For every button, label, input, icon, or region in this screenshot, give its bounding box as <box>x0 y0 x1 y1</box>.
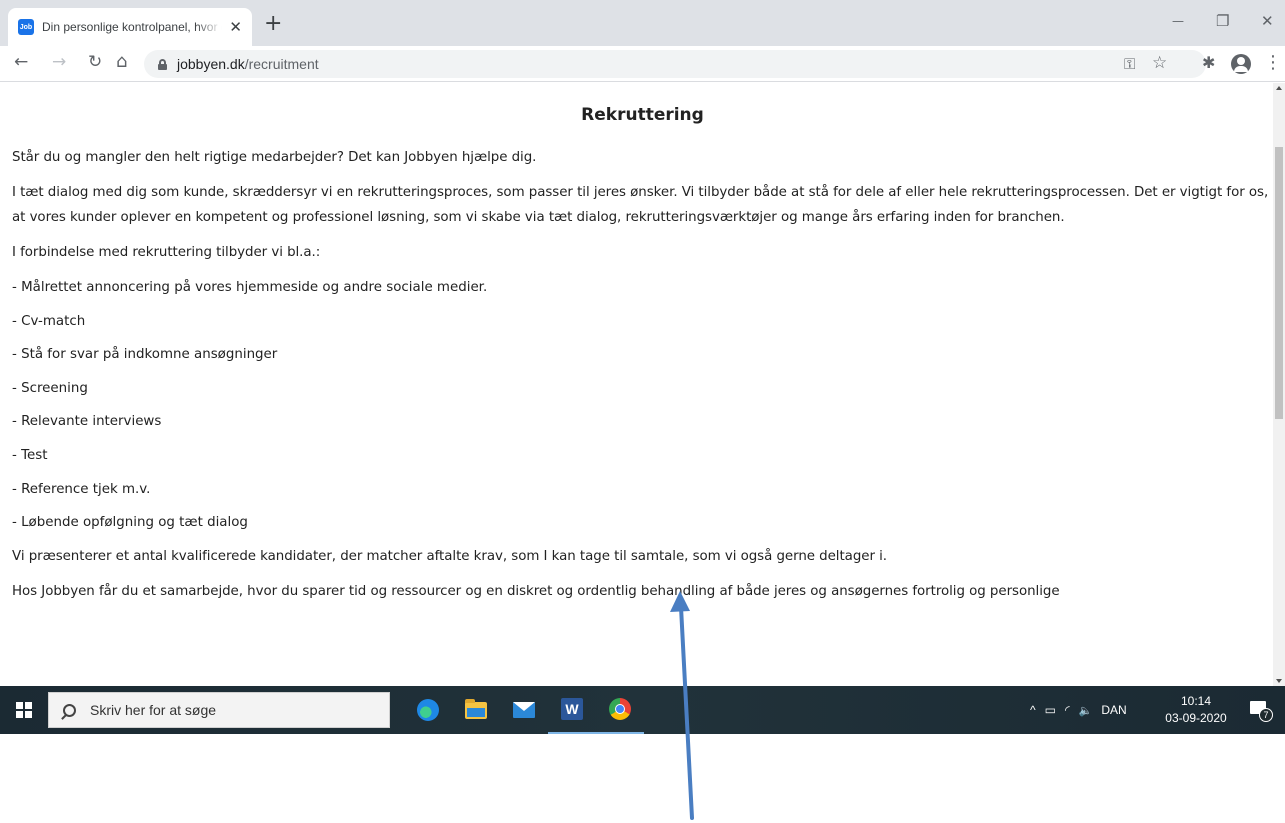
scroll-up-arrow-icon[interactable] <box>1276 86 1282 90</box>
windows-taskbar: Skriv her for at søge W ^ ▭ ◜ 🔈 DAN 10:1… <box>0 686 1285 734</box>
bookmark-star-icon[interactable]: ☆ <box>1152 53 1167 73</box>
edge-icon <box>417 699 439 721</box>
page-content: Rekruttering Står du og mangler den helt… <box>0 105 1273 604</box>
services-list: - Målrettet annoncering på vores hjemmes… <box>12 275 1273 535</box>
system-tray: ^ ▭ ◜ 🔈 DAN <box>1030 686 1136 734</box>
taskbar-clock[interactable]: 10:14 03-09-2020 <box>1164 693 1228 727</box>
page-scrollbar[interactable] <box>1273 83 1285 686</box>
address-bar-url[interactable]: jobbyen.dk/recruitment <box>177 56 319 72</box>
close-window-button[interactable]: ✕ <box>1261 12 1274 30</box>
forward-arrow-icon[interactable]: → <box>52 52 66 72</box>
tab-title: Din personlige kontrolpanel, hvor du kan <box>42 20 222 34</box>
key-icon[interactable]: ⚿ <box>1124 55 1135 73</box>
list-item: - Relevante interviews <box>12 414 162 430</box>
taskbar-word-button[interactable]: W <box>548 686 596 734</box>
list-item: - Målrettet annoncering på vores hjemmes… <box>12 280 488 295</box>
mail-icon <box>513 702 535 718</box>
candidates-paragraph: Vi præsenterer et antal kvalificerede ka… <box>12 549 888 565</box>
taskbar-mail-button[interactable] <box>500 686 548 734</box>
page-title: Rekruttering <box>581 105 704 125</box>
list-item: - Cv-match <box>12 313 86 329</box>
page-viewport: Rekruttering Står du og mangler den helt… <box>0 83 1273 686</box>
browser-menu-icon[interactable]: ⋮ <box>1264 52 1282 73</box>
services-heading: I forbindelse med rekruttering tilbyder … <box>12 245 321 260</box>
intro-paragraph: Står du og mangler den helt rigtige meda… <box>12 150 537 165</box>
browser-tab-active[interactable]: Job Din personlige kontrolpanel, hvor du… <box>8 8 252 46</box>
clock-time: 10:14 <box>1180 694 1212 708</box>
scrollbar-thumb[interactable] <box>1275 147 1283 419</box>
list-item: - Screening <box>12 380 88 396</box>
list-item: - Test <box>12 447 48 463</box>
clock-date: 03-09-2020 <box>1165 711 1227 725</box>
action-center-button[interactable]: 7 <box>1248 699 1273 722</box>
collaboration-paragraph: Hos Jobbyen får du et samarbejde, hvor d… <box>12 584 1060 600</box>
url-domain: jobbyen.dk <box>177 56 245 72</box>
chrome-icon <box>609 698 631 720</box>
taskbar-file-explorer-button[interactable] <box>452 686 500 734</box>
input-language-indicator[interactable]: DAN <box>1101 703 1126 717</box>
list-item: - Stå for svar på indkomne ansøgninger <box>12 347 278 363</box>
taskbar-search-placeholder: Skriv her for at søge <box>90 702 217 718</box>
search-icon <box>63 703 76 717</box>
start-button[interactable] <box>0 686 48 734</box>
windows-logo-icon <box>16 702 32 718</box>
notification-count-badge: 7 <box>1259 708 1273 722</box>
browser-tab-strip: Job Din personlige kontrolpanel, hvor du… <box>0 0 1285 46</box>
url-path: /recruitment <box>244 56 319 72</box>
browser-toolbar: ← → ↻ ⌂ jobbyen.dk/recruitment ⚿ ☆ ✱ ⋮ <box>0 46 1285 82</box>
address-bar[interactable]: jobbyen.dk/recruitment ⚿ ☆ <box>144 50 1206 78</box>
volume-icon[interactable]: 🔈 <box>1079 704 1093 717</box>
taskbar-chrome-button[interactable] <box>596 686 644 734</box>
show-hidden-icons-chevron-icon[interactable]: ^ <box>1030 703 1036 717</box>
lock-icon[interactable] <box>158 58 167 70</box>
folder-icon <box>465 698 487 719</box>
home-icon[interactable]: ⌂ <box>116 52 127 72</box>
back-arrow-icon[interactable]: ← <box>14 52 28 72</box>
network-icon[interactable]: ▭ <box>1045 703 1056 717</box>
extensions-puzzle-icon[interactable]: ✱ <box>1202 53 1215 73</box>
list-item: - Løbende opfølgning og tæt dialog <box>12 515 248 531</box>
list-item: - Reference tjek m.v. <box>12 481 151 497</box>
restore-window-button[interactable]: ❐ <box>1216 12 1229 30</box>
new-tab-button[interactable]: + <box>264 13 282 35</box>
taskbar-edge-button[interactable] <box>404 686 452 734</box>
wifi-icon[interactable]: ◜ <box>1065 703 1070 717</box>
taskbar-search-box[interactable]: Skriv her for at søge <box>48 692 390 728</box>
description-paragraph: I tæt dialog med dig som kunde, skrædder… <box>12 185 1269 225</box>
tab-close-icon[interactable]: ✕ <box>229 19 242 35</box>
profile-avatar-icon[interactable] <box>1231 54 1251 74</box>
word-icon: W <box>561 698 583 720</box>
minimize-window-button[interactable]: — <box>1172 14 1184 28</box>
jobbyen-favicon-icon: Job <box>18 19 34 35</box>
scroll-down-arrow-icon[interactable] <box>1276 679 1282 683</box>
reload-icon[interactable]: ↻ <box>88 52 102 72</box>
